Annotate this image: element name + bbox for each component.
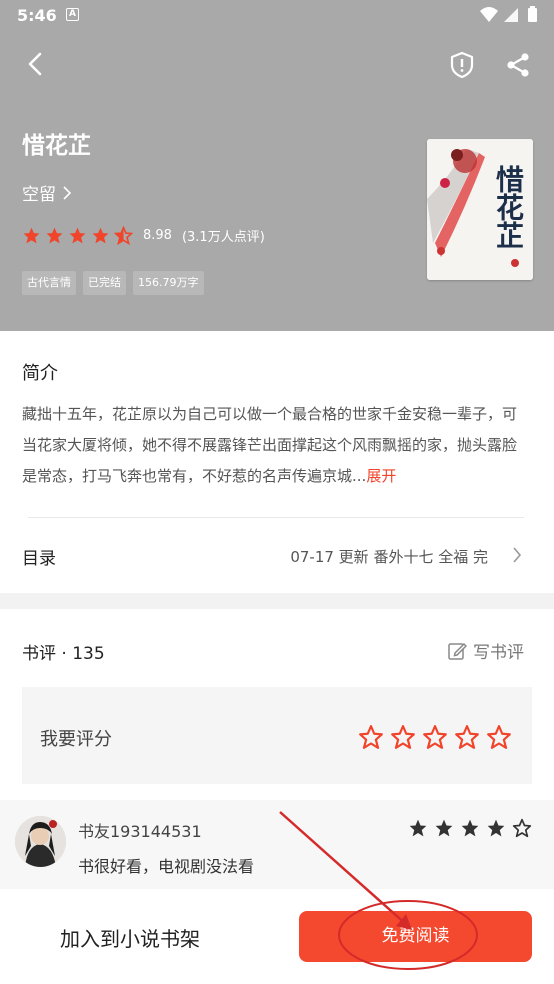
star-outline-icon[interactable]: [358, 724, 384, 750]
cover-title: 惜花芷: [492, 165, 525, 249]
divider: [28, 517, 524, 518]
intro-body: 藏拙十五年，花芷原以为自己可以做一个最合格的世家千金安稳一辈子，可当花家大厦将倾…: [22, 405, 518, 485]
rating-score: 8.98: [143, 228, 172, 243]
add-to-shelf-button[interactable]: 加入到小说书架: [60, 923, 200, 952]
status-time: 5:46: [17, 6, 57, 25]
chevron-right-icon[interactable]: [512, 546, 522, 564]
wifi-icon: [480, 7, 498, 22]
tag-status: 已完结: [83, 271, 126, 295]
write-review-label: 写书评: [473, 643, 524, 663]
review-stars: [408, 818, 532, 838]
rate-star-input[interactable]: [358, 724, 512, 750]
tag-genre: 古代言情: [22, 271, 76, 295]
star-icon: [69, 227, 86, 244]
intro-text: 藏拙十五年，花芷原以为自己可以做一个最合格的世家千金安稳一辈子，可当花家大厦将倾…: [22, 399, 528, 492]
tag-wordcount: 156.79万字: [133, 271, 204, 295]
toc-label[interactable]: 目录: [22, 544, 56, 569]
intro-heading: 简介: [22, 363, 58, 384]
star-icon: [23, 227, 40, 244]
star-icon: [46, 227, 63, 244]
star-outline-icon[interactable]: [422, 724, 448, 750]
star-outline-icon[interactable]: [486, 724, 512, 750]
expand-link[interactable]: 展开: [366, 467, 396, 485]
star-icon: [409, 819, 427, 837]
signal-icon: [504, 8, 518, 22]
status-icons: [480, 6, 537, 22]
intro-card: 简介 藏拙十五年，花芷原以为自己可以做一个最合格的世家千金安稳一辈子，可当花家大…: [0, 331, 554, 593]
star-icon: [487, 819, 505, 837]
author-link[interactable]: 空留: [22, 180, 72, 205]
review-heading: 书评 · 135: [22, 644, 105, 664]
review-card: 书评 · 135 写书评 我要评分 书友193144531 书很好看，电视剧没法: [0, 609, 554, 889]
star-icon: [461, 819, 479, 837]
rate-label: 我要评分: [40, 729, 112, 750]
write-review-button[interactable]: 写书评: [447, 638, 524, 663]
rating-count: (3.1万人点评): [181, 230, 265, 245]
status-bar: 5:46 A: [0, 0, 554, 32]
star-icon: [92, 227, 109, 244]
half-star-icon: [114, 226, 133, 245]
bottom-action-bar: 加入到小说书架 免费阅读: [0, 889, 554, 984]
star-outline-icon[interactable]: [390, 724, 416, 750]
rate-box: 我要评分: [22, 687, 532, 784]
free-read-button[interactable]: 免费阅读: [299, 911, 532, 962]
back-icon[interactable]: [22, 50, 50, 78]
toc-latest-update[interactable]: 07-17 更新 番外十七 全福 完: [290, 546, 488, 567]
battery-icon: [528, 8, 537, 22]
edit-icon: [448, 642, 467, 660]
review-item[interactable]: 书友193144531 书很好看，电视剧没法看: [0, 800, 554, 889]
star-outline-icon[interactable]: [454, 724, 480, 750]
report-shield-icon[interactable]: [447, 50, 477, 80]
notification-a-icon: A: [66, 8, 79, 21]
author-name: 空留: [22, 185, 56, 205]
book-cover[interactable]: 惜花芷: [427, 139, 533, 280]
book-title: 惜花芷: [22, 133, 91, 159]
star-outline-icon: [512, 818, 532, 838]
rating-row: 8.98 (3.1万人点评): [22, 226, 265, 245]
tag-list: 古代言情 已完结 156.79万字: [22, 271, 204, 295]
star-icon: [435, 819, 453, 837]
chevron-right-icon: [63, 185, 72, 200]
avatar[interactable]: [15, 816, 66, 867]
share-icon[interactable]: [503, 50, 533, 80]
review-user[interactable]: 书友193144531: [78, 818, 202, 842]
review-text: 书很好看，电视剧没法看: [78, 857, 255, 876]
book-header: 5:46 A 惜花芷 空留 8.98 (3.1万人点评) 古代言情 已完结 15…: [0, 0, 554, 331]
